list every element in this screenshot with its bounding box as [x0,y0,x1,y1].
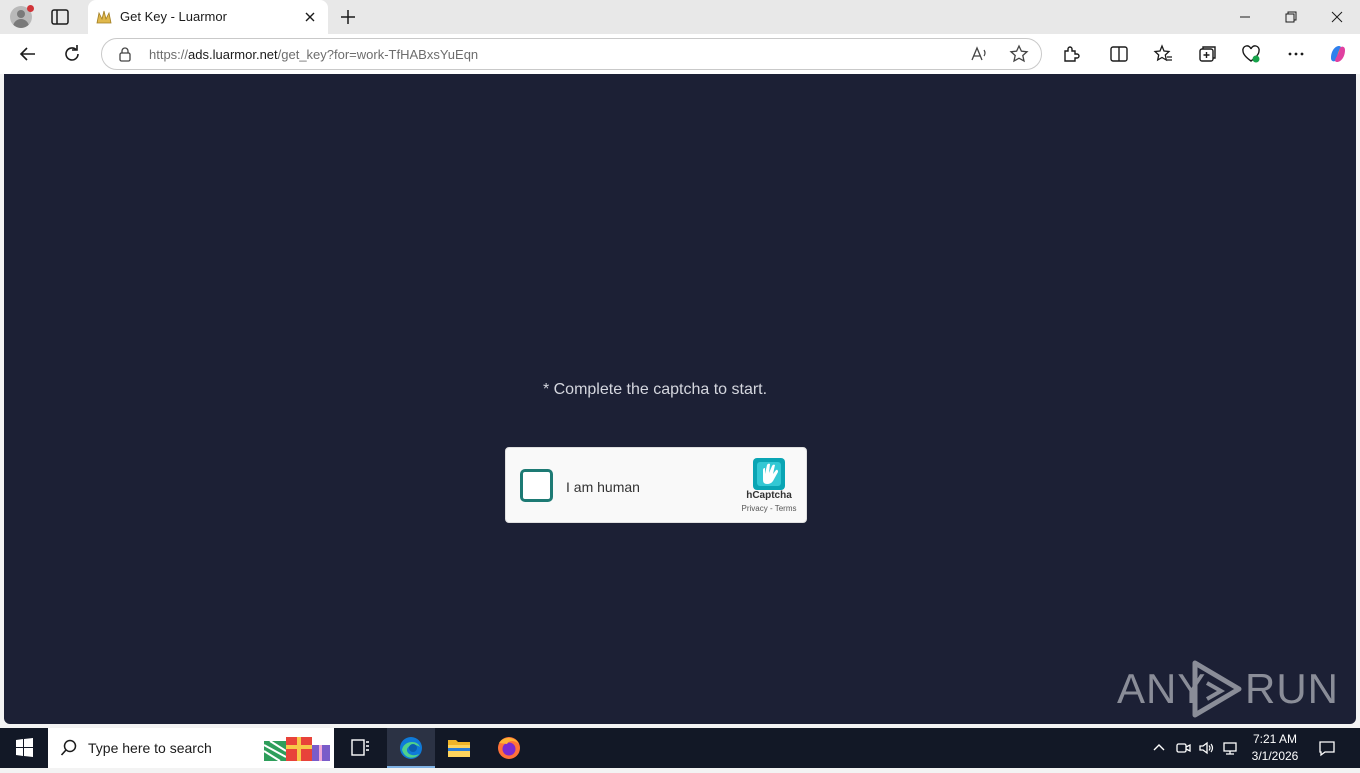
page-content: * Complete the captcha to start. I am hu… [4,74,1356,724]
address-bar[interactable]: https://ads.luarmor.net/get_key?for=work… [101,38,1042,70]
favorite-star-icon[interactable] [1009,44,1029,64]
back-icon[interactable] [17,43,39,65]
url-host: ads.luarmor.net [188,47,278,62]
luarmor-favicon-icon [96,10,112,24]
taskbar-search[interactable]: Type here to search [48,728,334,768]
hcaptcha-widget: I am human hCaptcha Privacy - Terms [505,447,807,523]
more-options-icon[interactable] [1285,43,1307,65]
hcaptcha-brand: hCaptcha [746,490,792,501]
volume-icon[interactable] [1197,739,1215,757]
task-view-button[interactable] [336,728,384,768]
firefox-icon [498,737,520,759]
notifications-icon[interactable] [1318,739,1336,757]
watermark-run: RUN [1245,665,1339,712]
url-path: /get_key?for=work-TfHABxsYuEqn [277,47,479,62]
minimize-icon[interactable] [1222,0,1268,34]
browser-titlebar: Get Key - Luarmor [0,0,1360,34]
clock-date[interactable]: 3/1/2026 [1240,749,1310,763]
tab-title: Get Key - Luarmor [120,9,227,24]
favorites-icon[interactable] [1152,43,1174,65]
restore-icon[interactable] [1268,0,1314,34]
captcha-checkbox[interactable] [520,469,553,502]
network-icon[interactable] [1221,739,1239,757]
edge-taskbar-button[interactable] [387,728,435,768]
hcaptcha-privacy-terms-links[interactable]: Privacy - Terms [726,504,812,513]
hcaptcha-logo-icon [753,458,785,490]
edge-icon [400,737,422,759]
copilot-icon[interactable] [1327,43,1349,65]
browser-essentials-icon[interactable] [1240,43,1262,65]
windows-taskbar: Type here to search 7:21 AM 3/1/2026 [0,728,1360,768]
show-hidden-icons-chevron-icon[interactable] [1150,739,1168,757]
new-tab-icon[interactable] [338,7,358,27]
url-scheme: https:// [149,47,189,62]
tab-close-icon[interactable] [302,9,318,25]
meet-now-icon[interactable] [1174,739,1192,757]
firefox-button[interactable] [485,728,533,768]
profile-notification-dot [27,5,34,12]
file-explorer-button[interactable] [435,728,483,768]
url-text[interactable]: https://ads.luarmor.net/get_key?for=work… [149,47,478,62]
lock-icon[interactable] [117,46,133,62]
browser-toolbar: https://ads.luarmor.net/get_key?for=work… [0,34,1360,74]
read-aloud-icon[interactable] [969,44,989,64]
search-highlight-gifts-icon [263,737,330,762]
split-screen-icon[interactable] [1108,43,1130,65]
captcha-label: I am human [566,479,640,495]
tab-actions-icon[interactable] [50,8,70,26]
close-icon[interactable] [1314,0,1360,34]
windows-start-icon[interactable] [0,728,48,768]
file-explorer-icon [448,740,470,757]
clock-time[interactable]: 7:21 AM [1240,732,1310,746]
search-icon [60,739,77,756]
watermark-play-icon [1192,660,1242,718]
collections-icon[interactable] [1196,43,1218,65]
captcha-instruction: * Complete the captcha to start. [542,381,768,398]
extensions-icon[interactable] [1060,43,1082,65]
search-placeholder: Type here to search [88,740,212,756]
anyrun-watermark: ANY RUN [1117,659,1338,719]
browser-tab-active[interactable]: Get Key - Luarmor [88,0,328,34]
refresh-icon[interactable] [61,43,83,65]
task-view-icon [351,739,369,756]
